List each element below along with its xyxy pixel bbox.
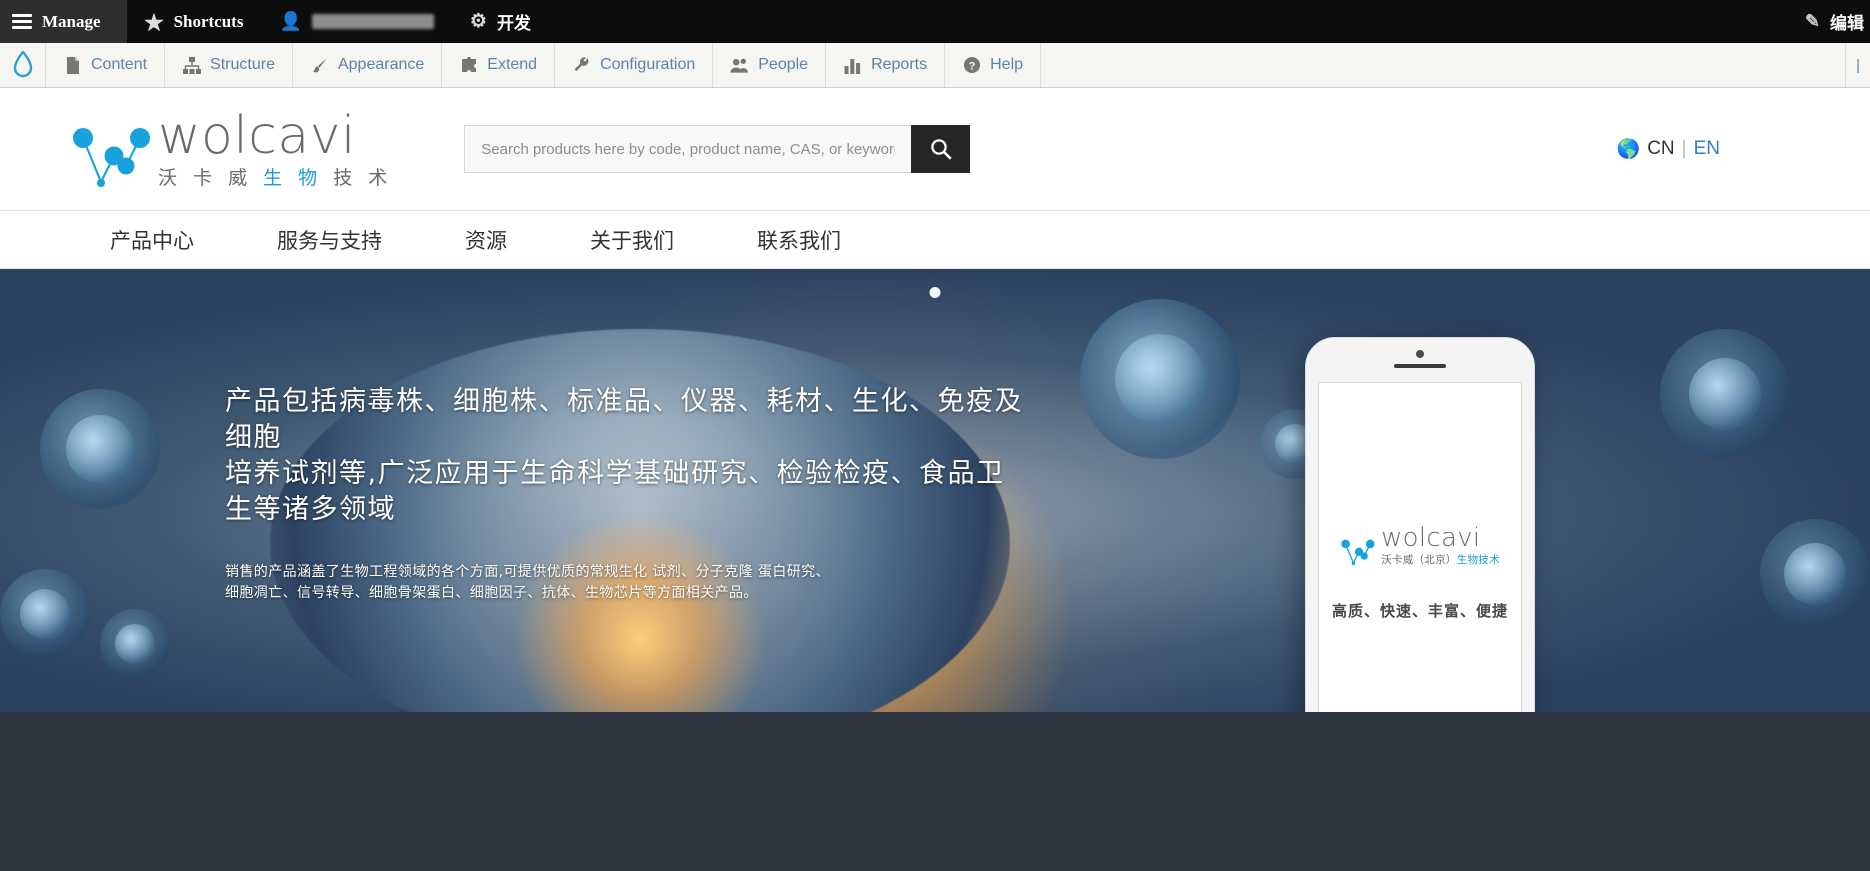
admin-menu-label: People: [758, 56, 809, 73]
search-input[interactable]: [464, 125, 912, 173]
site-logo-subtitle-highlight: 生 物: [263, 167, 334, 189]
paintbrush-icon: [310, 56, 329, 75]
nav-item-resources[interactable]: 资源: [465, 225, 507, 255]
admin-toolbar-dev-tab[interactable]: ⚙ 开发: [452, 0, 549, 43]
puzzle-icon: [459, 56, 478, 75]
admin-menu-label: Content: [91, 56, 148, 73]
language-option-en[interactable]: EN: [1694, 138, 1720, 160]
user-icon: 👤: [279, 11, 302, 31]
admin-menu-label: Structure: [210, 56, 275, 73]
hero-slide-indicator[interactable]: [929, 287, 941, 298]
star-icon: ★: [144, 13, 164, 34]
phone-speaker-icon: [1394, 364, 1446, 368]
admin-menu-item-reports[interactable]: Reports: [826, 43, 946, 87]
nav-item-products[interactable]: 产品中心: [110, 225, 194, 255]
nav-item-contact[interactable]: 联系我们: [757, 225, 841, 255]
nav-item-services[interactable]: 服务与支持: [277, 225, 382, 255]
hero-cell-decoration: [0, 569, 90, 659]
hero-title: 产品包括病毒株、细胞株、标准品、仪器、耗材、生化、免疫及细胞 培养试剂等,广泛应…: [225, 384, 1025, 528]
sitemap-icon: [182, 56, 201, 75]
language-switcher: 🌎 CN | EN: [1617, 137, 1720, 161]
drupal-drop-icon[interactable]: [0, 43, 46, 87]
globe-icon: 🌎: [1616, 139, 1641, 160]
drupal-admin-toolbar: Manage ★ Shortcuts 👤 ⚙ 开发 ✎ 编辑: [0, 0, 1870, 43]
admin-menu-item-people[interactable]: People: [713, 43, 827, 87]
hero-title-line-1: 产品包括病毒株、细胞株、标准品、仪器、耗材、生化、免疫及细胞: [225, 386, 1023, 453]
hero-copy: 产品包括病毒株、细胞株、标准品、仪器、耗材、生化、免疫及细胞 培养试剂等,广泛应…: [225, 384, 1025, 605]
admin-menu-label: Configuration: [600, 56, 696, 73]
hero-subtext-line-1: 销售的产品涵盖了生物工程领域的各个方面,可提供优质的常规生化 试剂、分子克隆 蛋…: [225, 563, 830, 580]
site-logo-subtitle: 沃 卡 威 生 物 技 术: [158, 169, 392, 188]
admin-menu-item-help[interactable]: ? Help: [945, 43, 1042, 87]
admin-toolbar-edit-tab[interactable]: ✎ 编辑: [1787, 9, 1866, 34]
gear-icon: ⚙: [469, 11, 487, 32]
admin-toolbar-right-group: ✎ 编辑: [1787, 0, 1870, 43]
admin-menu-item-structure[interactable]: Structure: [165, 43, 293, 87]
wolcavi-network-logo-icon: [73, 128, 150, 187]
hero-banner: 产品包括病毒株、细胞株、标准品、仪器、耗材、生化、免疫及细胞 培养试剂等,广泛应…: [0, 269, 1870, 712]
hamburger-icon: [12, 14, 32, 29]
site-logo-wordmark: wolcavi: [158, 106, 356, 166]
admin-menu-label: Reports: [871, 56, 928, 73]
phone-logo-subtitle: 沃卡威（北京）生物技术: [1381, 555, 1500, 566]
people-icon: [730, 56, 749, 75]
phone-tagline: 高质、快速、丰富、便捷: [1331, 601, 1508, 620]
admin-toolbar-user-tab[interactable]: 👤: [261, 0, 451, 43]
hero-cell-decoration: [1760, 519, 1870, 629]
site-logo[interactable]: wolcavi 沃 卡 威 生 物 技 术: [70, 110, 392, 188]
nav-item-about[interactable]: 关于我们: [590, 225, 674, 255]
admin-toolbar-dev-label: 开发: [496, 14, 531, 33]
wrench-icon: [572, 56, 591, 75]
site-logo-subtitle-part2: 技 术: [333, 167, 393, 189]
file-icon: [63, 56, 82, 75]
bar-chart-icon: [843, 56, 862, 75]
phone-screen: wolcavi 沃卡威（北京）生物技术 高质、快速、丰富、便捷: [1318, 382, 1522, 712]
hero-cell-decoration: [100, 609, 170, 679]
pencil-icon: ✎: [1804, 11, 1820, 31]
admin-menu-label: Help: [990, 56, 1024, 73]
language-separator: |: [1681, 138, 1687, 159]
primary-navigation: 产品中心 服务与支持 资源 关于我们 联系我们: [0, 211, 1870, 269]
wolcavi-network-logo-icon: [1341, 539, 1375, 565]
hero-phone-mockup: wolcavi 沃卡威（北京）生物技术 高质、快速、丰富、便捷: [1305, 337, 1535, 712]
phone-camera-icon: [1416, 350, 1424, 358]
admin-menu-item-appearance[interactable]: Appearance: [293, 43, 443, 87]
site-search: [464, 125, 971, 173]
hero-subtext: 销售的产品涵盖了生物工程领域的各个方面,可提供优质的常规生化 试剂、分子克隆 蛋…: [225, 562, 1025, 605]
help-circle-icon: ?: [962, 56, 981, 75]
hero-cell-decoration: [40, 389, 160, 509]
drupal-admin-menu: Content Structure Appearance Extend Conf…: [0, 43, 1870, 88]
admin-menu-item-extend[interactable]: Extend: [442, 43, 556, 87]
admin-menu-label: Extend: [487, 56, 538, 73]
search-icon: [931, 139, 952, 160]
admin-toolbar-manage-label: Manage: [42, 11, 101, 31]
footer-strip: [0, 712, 1870, 871]
admin-toolbar-shortcuts-tab[interactable]: ★ Shortcuts: [127, 0, 262, 43]
svg-text:?: ?: [968, 61, 975, 73]
hero-title-line-2: 培养试剂等,广泛应用于生命科学基础研究、检验检疫、食品卫生等诸多领域: [225, 457, 1005, 525]
admin-toolbar-shortcuts-label: Shortcuts: [173, 11, 244, 31]
admin-menu-item-configuration[interactable]: Configuration: [555, 43, 714, 87]
phone-logo: wolcavi 沃卡威（北京）生物技术: [1340, 525, 1500, 566]
hero-subtext-line-2: 细胞凋亡、信号转导、细胞骨架蛋白、细胞因子、抗体、生物芯片等方面相关产品。: [225, 585, 758, 602]
language-option-cn[interactable]: CN: [1647, 138, 1674, 160]
hero-cell-decoration: [1660, 329, 1790, 459]
admin-menu-label: Appearance: [337, 56, 425, 73]
phone-logo-wordmark: wolcavi: [1381, 523, 1481, 553]
admin-menu-item-content[interactable]: Content: [46, 43, 166, 87]
search-submit-button[interactable]: [911, 125, 971, 173]
phone-logo-subtitle-part1: 沃卡威（北京）: [1381, 554, 1457, 566]
admin-toolbar-username-redacted: [311, 14, 434, 29]
admin-toolbar-manage-tab[interactable]: Manage: [0, 0, 127, 43]
hero-cell-decoration: [1080, 299, 1240, 459]
site-logo-subtitle-part1: 沃 卡 威: [158, 167, 264, 189]
site-header: wolcavi 沃 卡 威 生 物 技 术 🌎 CN | EN: [0, 88, 1870, 211]
admin-menu-spacer: [1041, 43, 1847, 87]
phone-logo-subtitle-highlight: 生物技术: [1456, 554, 1500, 566]
admin-menu-overflow[interactable]: |: [1846, 43, 1870, 87]
admin-toolbar-edit-label: 编辑: [1830, 14, 1864, 33]
